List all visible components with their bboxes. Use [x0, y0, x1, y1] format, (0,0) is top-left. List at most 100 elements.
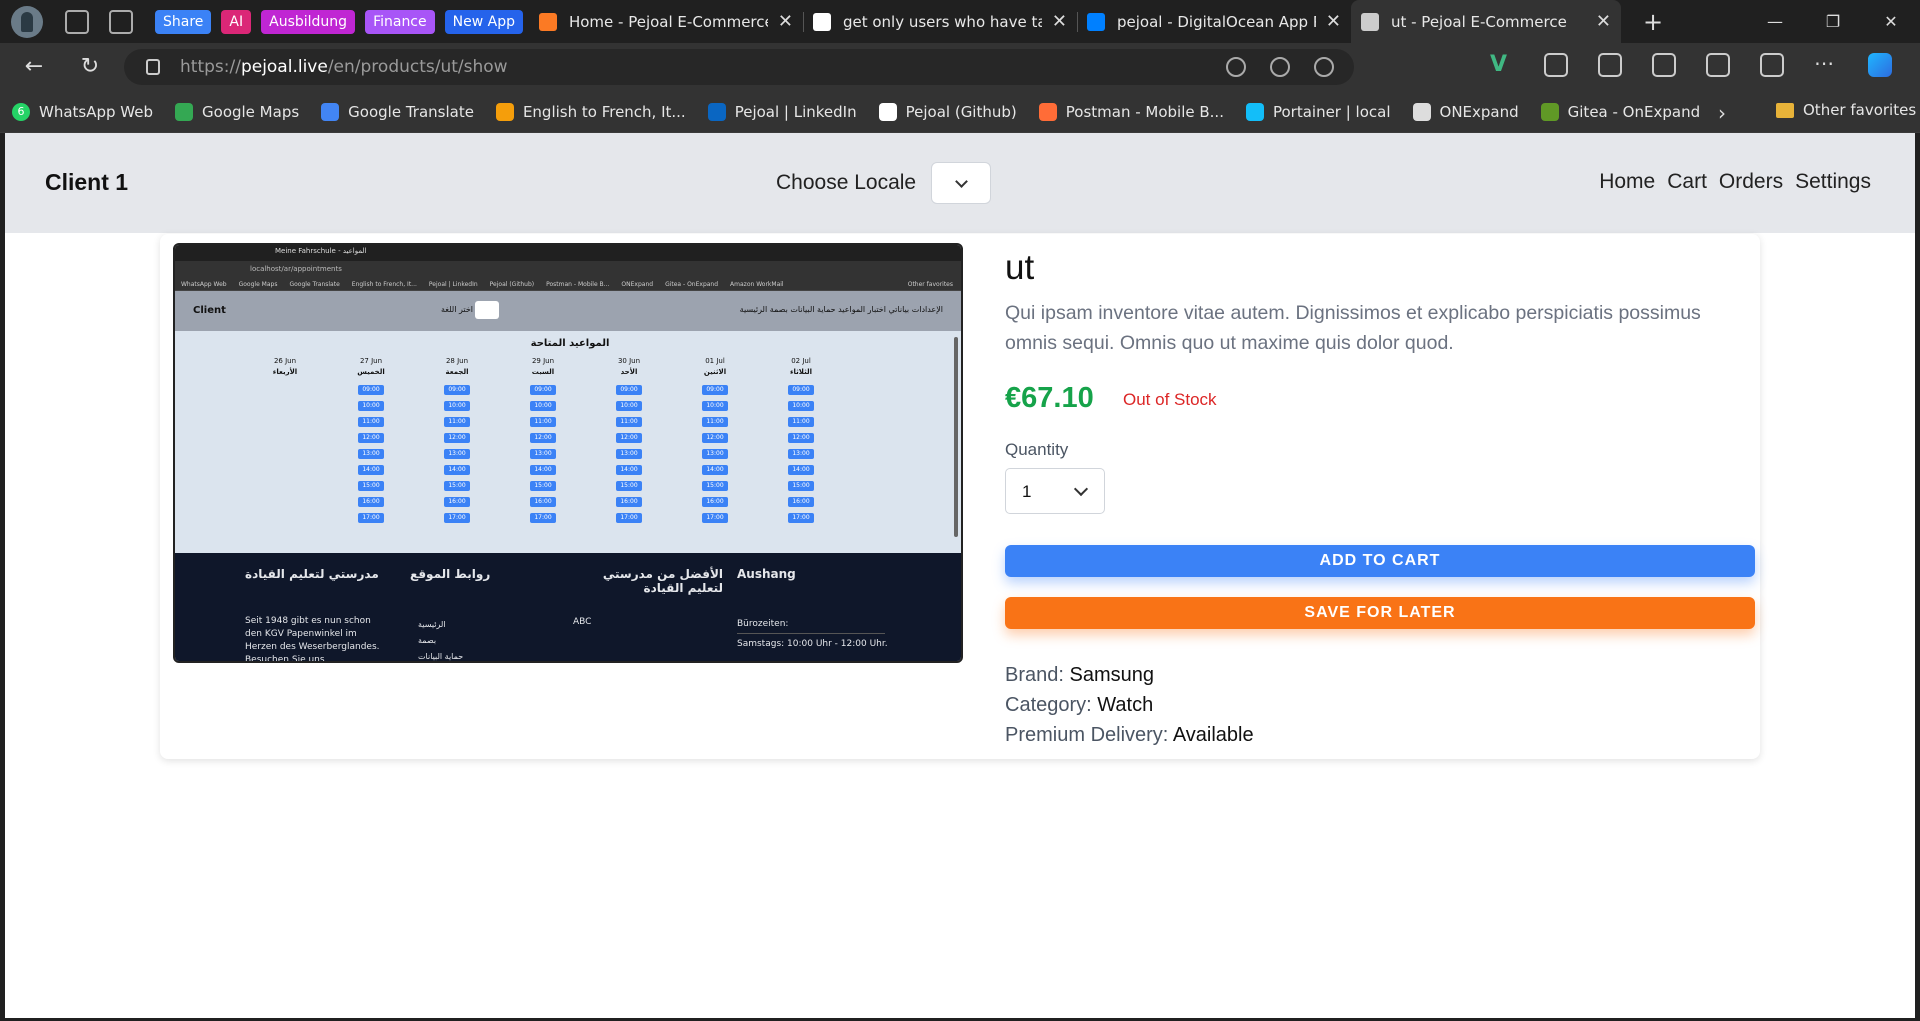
workspaces-icon[interactable] — [65, 9, 89, 34]
nav-link-orders[interactable]: Orders — [1719, 170, 1783, 194]
url-bar[interactable]: https://pejoal.live/en/products/ut/show — [124, 49, 1354, 85]
bookmark-item[interactable]: Pejoal (Github) — [878, 102, 1017, 121]
mini-time-slot: 15:00 — [702, 481, 728, 491]
mini-time-slot: 11:00 — [358, 417, 384, 427]
browser-tab[interactable]: Home - Pejoal E-Commerce ✕ — [529, 0, 803, 43]
tab-group-ai[interactable]: AI — [221, 9, 252, 34]
maximize-icon[interactable]: ❐ — [1804, 0, 1862, 43]
password-key-icon[interactable] — [1226, 57, 1246, 77]
bookmark-label: Pejoal | LinkedIn — [734, 102, 857, 121]
mini-bookmark: English to French, It... — [351, 281, 417, 288]
mini-time-slot: 10:00 — [358, 401, 384, 411]
mini-time-slot: 16:00 — [616, 497, 642, 507]
browser-tab[interactable]: ut - Pejoal E-Commerce ✕ — [1350, 0, 1621, 43]
mini-other-favorites: Other favorites — [907, 281, 953, 288]
mini-time-slot: 12:00 — [530, 433, 556, 443]
vue-devtools-icon[interactable]: V — [1490, 53, 1514, 77]
bookmark-item[interactable]: Postman - Mobile B... — [1038, 102, 1224, 121]
mini-time-slot: 10:00 — [616, 401, 642, 411]
mini-footer-line-2: Samstags: 10:00 Uhr - 12:00 Uhr. — [737, 639, 888, 649]
profile-avatar[interactable] — [11, 5, 43, 38]
bookmark-item[interactable]: Gitea - OnExpand — [1540, 102, 1700, 121]
product-image: Meine Fahrschule - المواعيد localhost/ar… — [173, 243, 963, 663]
copilot-icon[interactable] — [1868, 53, 1892, 77]
lock-icon[interactable] — [146, 59, 160, 75]
bookmark-item[interactable]: 6 WhatsApp Web — [12, 102, 153, 121]
close-tab-icon[interactable]: ✕ — [1596, 11, 1611, 32]
close-window-icon[interactable]: ✕ — [1862, 0, 1920, 43]
mini-time-slot: 09:00 — [616, 385, 642, 395]
bookmark-favicon-icon — [707, 102, 726, 121]
mini-time-slot: 16:00 — [358, 497, 384, 507]
close-tab-icon[interactable]: ✕ — [1052, 11, 1067, 32]
close-tab-icon[interactable]: ✕ — [1326, 11, 1341, 32]
mini-bookmark: Google Maps — [238, 281, 278, 288]
bookmarks-overflow-chevron-icon[interactable]: › — [1718, 101, 1726, 125]
favorites-icon[interactable] — [1652, 53, 1676, 77]
tab-group-ausbildung[interactable]: Ausbildung — [261, 9, 356, 34]
minimize-icon[interactable]: — — [1746, 0, 1804, 43]
brand-row: Brand: Samsung — [1005, 664, 1154, 687]
mini-time-slot: 09:00 — [444, 385, 470, 395]
close-tab-icon[interactable]: ✕ — [778, 11, 793, 32]
split-screen-icon[interactable] — [1598, 53, 1622, 77]
more-menu-icon[interactable]: ⋯ — [1814, 53, 1838, 77]
nav-link-home[interactable]: Home — [1599, 170, 1655, 194]
tab-actions-icon[interactable] — [109, 9, 133, 34]
address-toolbar: ← ↻ https://pejoal.live/en/products/ut/s… — [0, 43, 1920, 91]
product-title: ut — [1005, 248, 1035, 287]
bookmark-label: Google Maps — [202, 102, 300, 121]
mini-site-header: Client اختر اللغة الإعدادات بياناتي اختب… — [175, 291, 961, 331]
mini-day-name: الجمعة — [445, 368, 469, 376]
back-icon[interactable]: ← — [18, 51, 50, 83]
mini-footer-title-4: Aushang — [737, 567, 796, 581]
delivery-label: Premium Delivery: — [1005, 724, 1169, 746]
mini-time-slot: 16:00 — [444, 497, 470, 507]
add-to-cart-button[interactable]: ADD TO CART — [1005, 545, 1755, 577]
bookmark-item[interactable]: ONExpand — [1412, 102, 1519, 121]
favorite-star-icon[interactable] — [1314, 57, 1334, 77]
browser-tab[interactable]: pejoal - DigitalOcean App Pla ✕ — [1076, 0, 1351, 43]
refresh-icon[interactable]: ↻ — [74, 51, 106, 83]
bookmark-item[interactable]: Pejoal | LinkedIn — [707, 102, 857, 121]
bookmark-item[interactable]: Google Translate — [321, 102, 474, 121]
mini-time-slot: 12:00 — [788, 433, 814, 443]
mini-bookmark: Google Translate — [289, 281, 340, 288]
nav-link-cart[interactable]: Cart — [1667, 170, 1707, 194]
save-for-later-button[interactable]: SAVE FOR LATER — [1005, 597, 1755, 629]
mini-time-slot: 14:00 — [788, 465, 814, 475]
product-card: Meine Fahrschule - المواعيد localhost/ar… — [160, 234, 1760, 759]
mini-time-slot: 11:00 — [616, 417, 642, 427]
browser-tab[interactable]: get only users who have tasks ✕ — [802, 0, 1077, 43]
github-icon — [812, 12, 831, 31]
tab-group-finance[interactable]: Finance — [365, 9, 435, 34]
mini-time-slot: 12:00 — [616, 433, 642, 443]
browser-essentials-icon[interactable] — [1760, 53, 1784, 77]
nav-link-settings[interactable]: Settings — [1795, 170, 1871, 194]
mini-time-slot: 09:00 — [358, 385, 384, 395]
bookmark-item[interactable]: Portainer | local — [1245, 102, 1391, 121]
quantity-select[interactable]: 1 — [1005, 468, 1105, 514]
collections-icon[interactable] — [1706, 53, 1730, 77]
site-brand[interactable]: Client 1 — [45, 169, 128, 196]
extensions-icon[interactable] — [1544, 53, 1568, 77]
locale-select[interactable] — [931, 162, 992, 204]
bookmark-item[interactable]: Google Maps — [175, 102, 300, 121]
bookmark-label: Portainer | local — [1272, 102, 1391, 121]
read-aloud-icon[interactable] — [1270, 57, 1290, 77]
bookmark-favicon-icon — [1412, 102, 1431, 121]
mini-day-name: الأربعاء — [272, 368, 298, 376]
new-tab-button[interactable]: + — [1643, 8, 1663, 36]
other-favorites-folder[interactable]: Other favorites — [1776, 101, 1916, 119]
bookmark-favicon-icon — [1540, 102, 1559, 121]
mini-day-name: الثلاثاء — [789, 368, 813, 376]
mini-bookmark: Postman - Mobile B... — [546, 281, 610, 288]
mini-footer-link: الرئيسية — [418, 620, 446, 629]
mini-time-slot: 12:00 — [702, 433, 728, 443]
bookmark-item[interactable]: English to French, It... — [495, 102, 686, 121]
mini-day-date: 26 Jun — [273, 357, 297, 365]
tab-group-new-app[interactable]: New App — [444, 9, 523, 34]
tab-group-share[interactable]: Share — [155, 9, 212, 34]
mini-footer: مدرستي لتعليم القيادة Seit 1948 gibt es … — [175, 553, 961, 661]
mini-time-slot: 10:00 — [444, 401, 470, 411]
